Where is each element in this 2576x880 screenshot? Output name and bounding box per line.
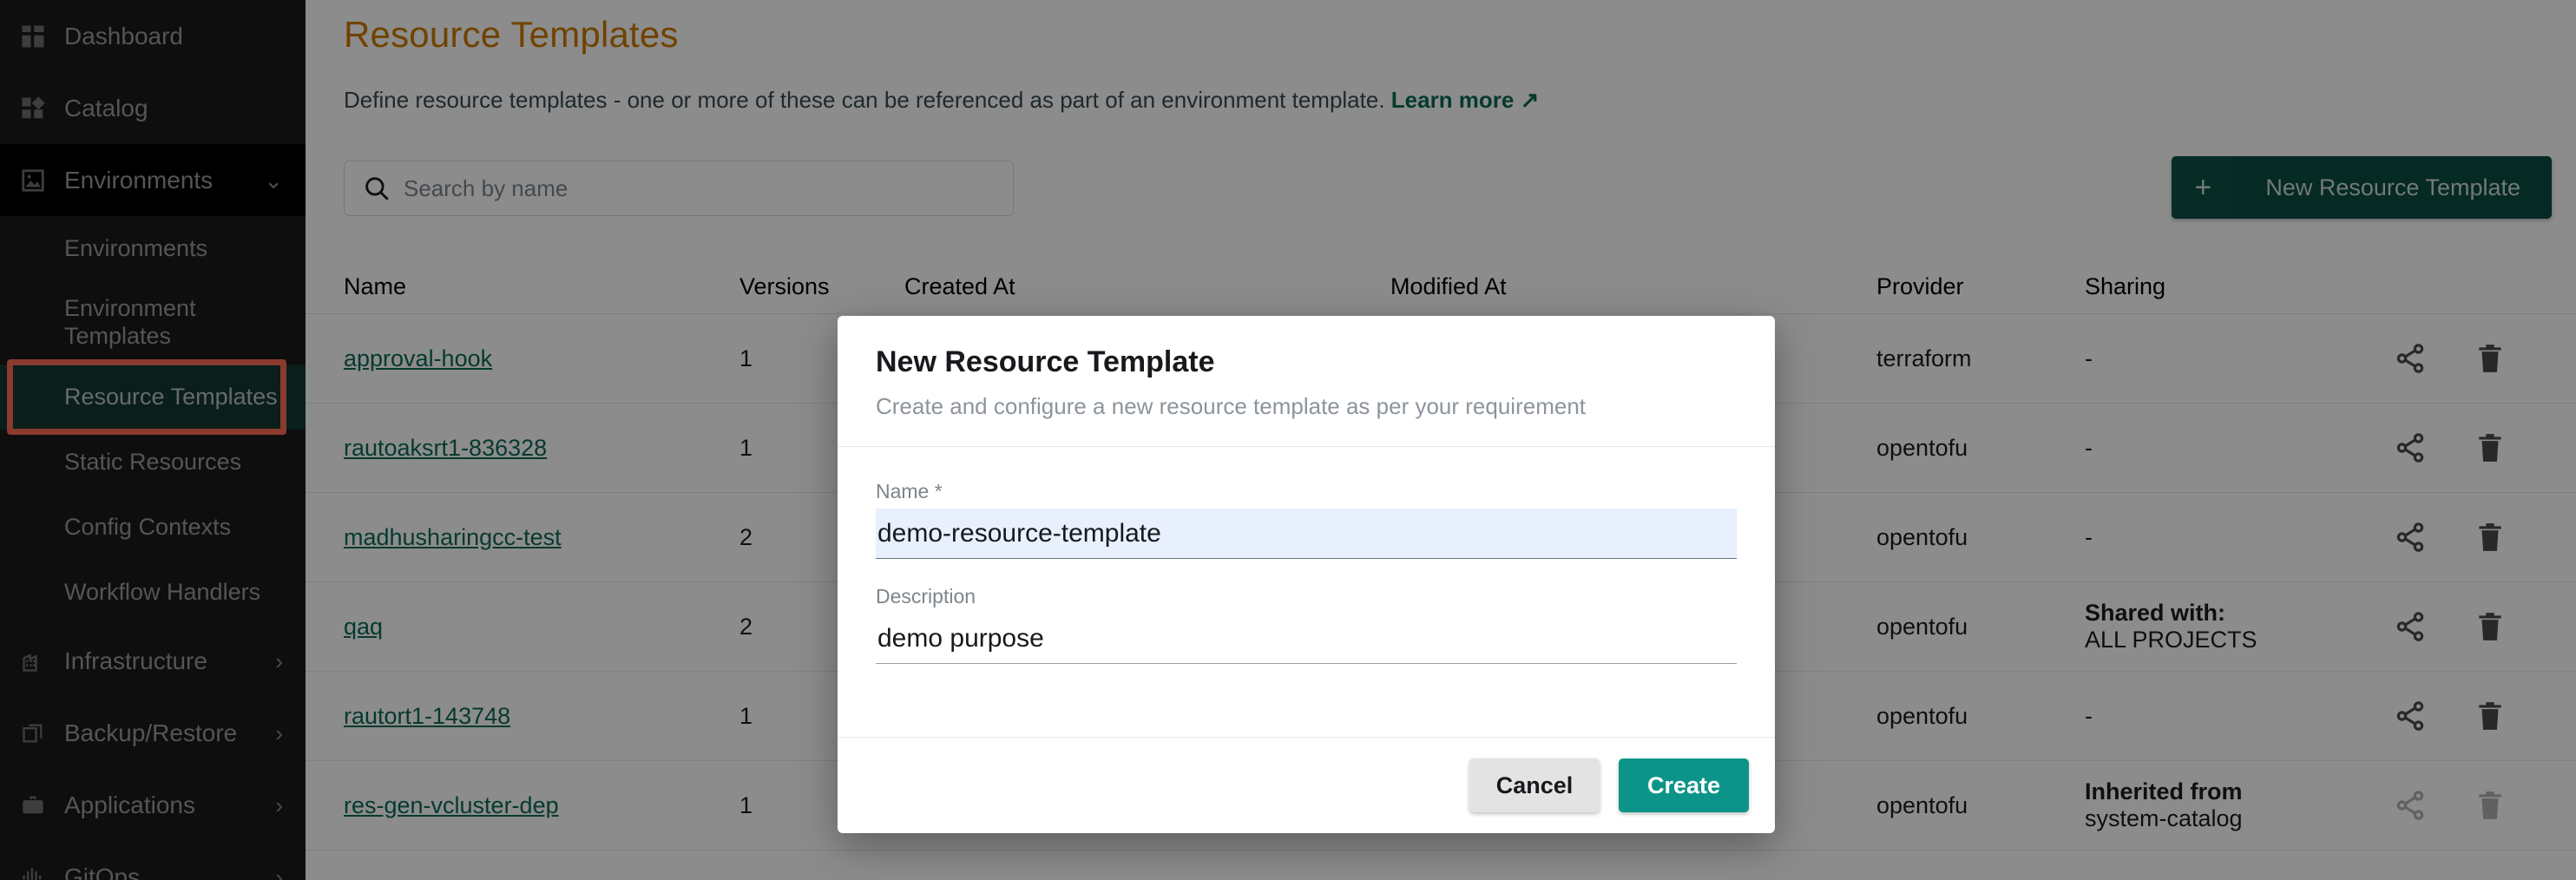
dialog-subtitle: Create and configure a new resource temp… — [876, 393, 1586, 419]
name-field-group: Name * — [876, 480, 1737, 559]
name-field-label: Name * — [876, 480, 943, 502]
dialog-footer: Cancel Create — [838, 737, 1775, 833]
description-field-label: Description — [876, 585, 976, 607]
description-input[interactable] — [876, 614, 1737, 664]
create-button[interactable]: Create — [1619, 759, 1749, 812]
name-input[interactable] — [876, 509, 1737, 559]
dialog-body: Name * Description — [838, 447, 1775, 737]
dialog-title: New Resource Template — [876, 345, 1215, 378]
dialog-header: New Resource Template Create and configu… — [838, 316, 1775, 447]
new-resource-template-dialog: New Resource Template Create and configu… — [838, 316, 1775, 833]
description-field-group: Description — [876, 585, 1737, 664]
app-root: Dashboard Catalog Environments ⌄ Environ… — [0, 0, 2576, 880]
cancel-button[interactable]: Cancel — [1469, 759, 1600, 812]
